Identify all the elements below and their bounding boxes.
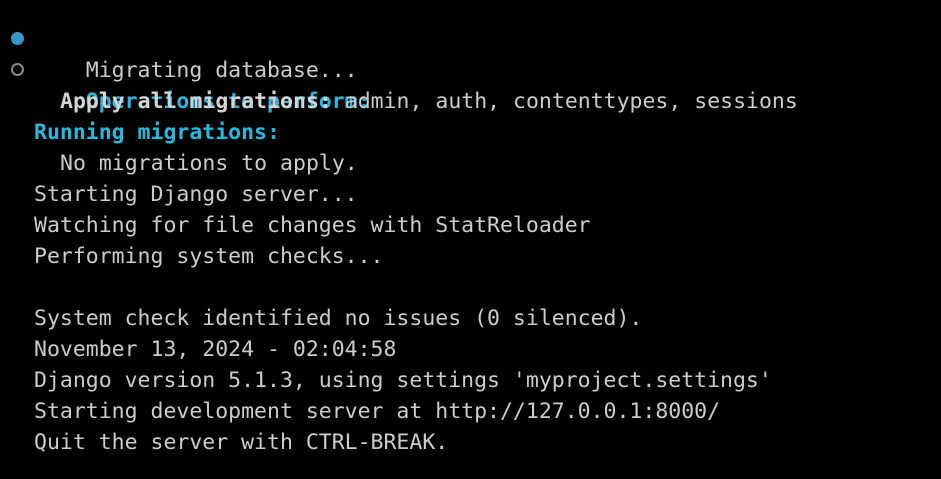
django-version-text: Django version 5.1.3, using settings 'my…	[34, 368, 772, 393]
quit-text: Quit the server with CTRL-BREAK.	[34, 430, 449, 455]
performing-checks-text: Performing system checks...	[34, 244, 384, 269]
running-migrations-heading: Running migrations:	[34, 120, 280, 145]
performing-checks-line: Performing system checks...	[0, 241, 941, 272]
apply-migrations-label: Apply all migrations:	[60, 89, 332, 114]
system-check-line: System check identified no issues (0 sil…	[0, 303, 941, 334]
dev-server-text[interactable]: Starting development server at http://12…	[34, 399, 720, 424]
no-migrations-text: No migrations to apply.	[60, 151, 358, 176]
timestamp-line: November 13, 2024 - 02:04:58	[0, 334, 941, 365]
django-version-line: Django version 5.1.3, using settings 'my…	[0, 365, 941, 396]
watching-text: Watching for file changes with StatReloa…	[34, 213, 591, 238]
terminal-output[interactable]: Migrating database... Operations to perf…	[0, 24, 941, 458]
running-migrations-line: Running migrations:	[0, 117, 941, 148]
apply-migrations-line: Apply all migrations: admin, auth, conte…	[0, 86, 941, 117]
command-line-migrating: Migrating database...	[0, 24, 941, 83]
dev-server-line: Starting development server at http://12…	[0, 396, 941, 427]
watching-line: Watching for file changes with StatReloa…	[0, 210, 941, 241]
command-pending-decoration-icon[interactable]	[11, 63, 24, 76]
quit-line: Quit the server with CTRL-BREAK.	[0, 427, 941, 458]
no-migrations-line: No migrations to apply.	[0, 148, 941, 179]
starting-django-text: Starting Django server...	[34, 182, 358, 207]
system-check-text: System check identified no issues (0 sil…	[34, 306, 643, 331]
starting-django-line: Starting Django server...	[0, 179, 941, 210]
command-success-decoration-icon[interactable]	[11, 32, 24, 45]
timestamp-text: November 13, 2024 - 02:04:58	[34, 337, 397, 362]
command-line-operations: Operations to perform:	[0, 55, 941, 114]
apply-migrations-value: admin, auth, contenttypes, sessions	[331, 89, 798, 114]
